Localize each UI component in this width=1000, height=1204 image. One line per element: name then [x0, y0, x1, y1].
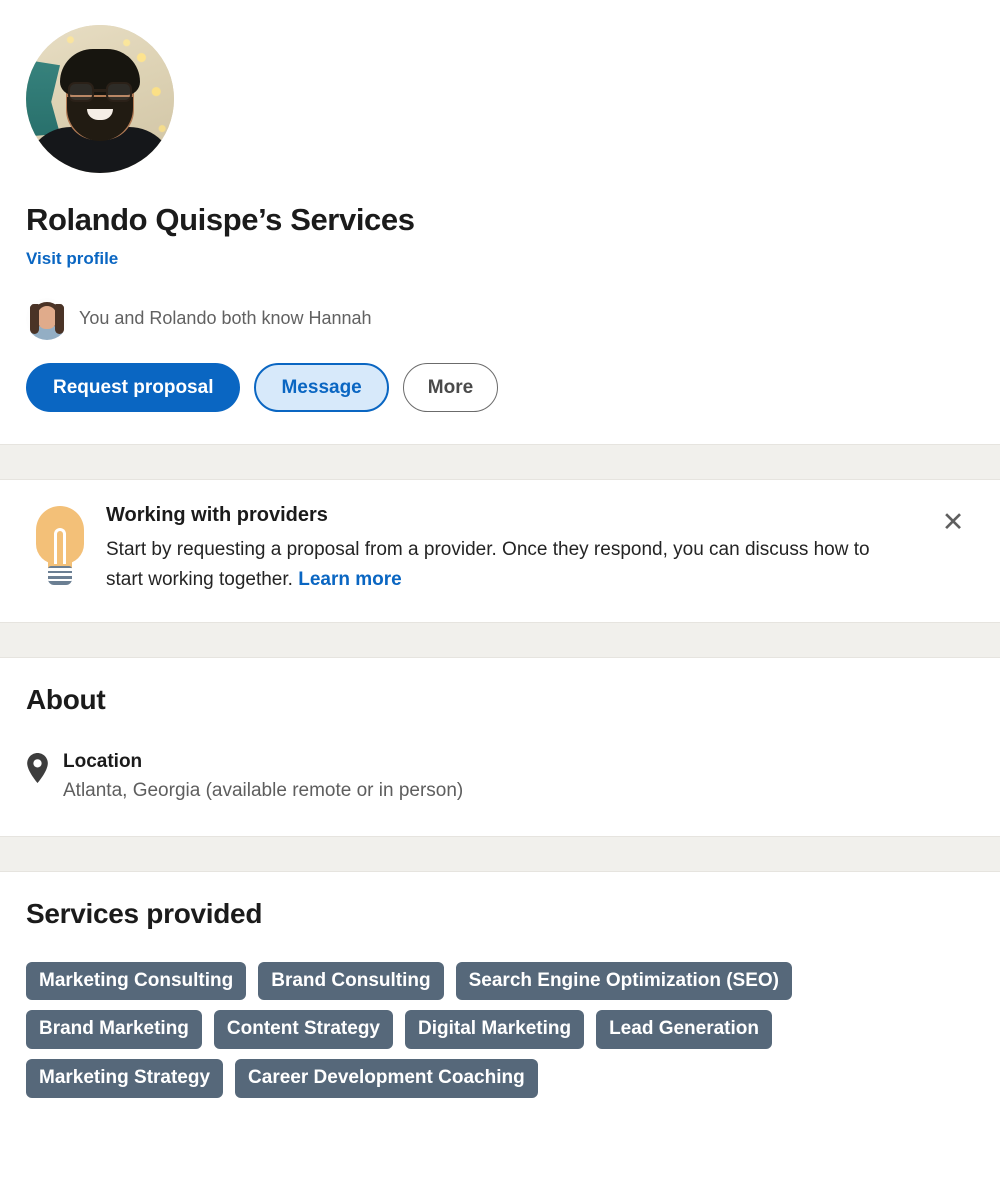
request-proposal-button[interactable]: Request proposal: [26, 362, 241, 412]
service-tag[interactable]: Marketing Consulting: [26, 961, 247, 1001]
mutual-connection: You and Rolando both know Hannah: [26, 297, 974, 340]
visit-profile-link[interactable]: Visit profile: [26, 249, 118, 269]
message-button[interactable]: Message: [254, 362, 389, 412]
section-divider: [0, 443, 1000, 480]
tip-description: Start by requesting a proposal from a pr…: [106, 535, 904, 597]
lightbulb-icon: [32, 505, 88, 588]
tip-description-text: Start by requesting a proposal from a pr…: [106, 538, 870, 591]
service-tag[interactable]: Content Strategy: [213, 1010, 393, 1050]
service-tag[interactable]: Search Engine Optimization (SEO): [455, 961, 792, 1001]
location-label: Location: [63, 751, 143, 773]
tip-content: Working with providers Start by requesti…: [106, 502, 974, 597]
location-pin-icon: [26, 753, 49, 788]
mutual-connection-avatar[interactable]: [26, 297, 68, 340]
learn-more-link[interactable]: Learn more: [298, 569, 401, 590]
services-heading: Services provided: [26, 897, 263, 929]
service-tag[interactable]: Brand Consulting: [258, 961, 444, 1001]
section-divider: [0, 622, 1000, 659]
avatar-glasses-icon: [68, 82, 132, 102]
service-tag[interactable]: Marketing Strategy: [26, 1059, 224, 1099]
service-tag[interactable]: Career Development Coaching: [235, 1059, 538, 1099]
mutual-connection-text: You and Rolando both know Hannah: [79, 307, 372, 328]
service-tag[interactable]: Brand Marketing: [26, 1010, 202, 1050]
about-section: About Location Atlanta, Georgia (availab…: [0, 658, 1000, 836]
service-tag[interactable]: Digital Marketing: [405, 1010, 585, 1050]
service-tag[interactable]: Lead Generation: [596, 1010, 772, 1050]
more-button[interactable]: More: [402, 362, 499, 412]
action-buttons: Request proposal Message More: [26, 362, 974, 444]
about-location-row: Location Atlanta, Georgia (available rem…: [26, 750, 974, 803]
profile-avatar[interactable]: [26, 25, 174, 173]
location-value: Atlanta, Georgia (available remote or in…: [63, 779, 464, 801]
tip-title: Working with providers: [106, 503, 328, 526]
services-tag-list: Marketing Consulting Brand Consulting Sear…: [26, 961, 974, 1099]
page-title: Rolando Quispe’s Services: [26, 202, 415, 237]
close-icon[interactable]: ✕: [936, 506, 970, 540]
services-page: Rolando Quispe’s Services Visit profile …: [0, 0, 1000, 1204]
about-heading: About: [26, 684, 106, 716]
section-divider: [0, 835, 1000, 872]
services-provided-section: Services provided Marketing Consulting Br…: [0, 871, 1000, 1127]
working-with-providers-card: Working with providers Start by requesti…: [0, 479, 1000, 623]
profile-header-section: Rolando Quispe’s Services Visit profile …: [0, 0, 1000, 444]
